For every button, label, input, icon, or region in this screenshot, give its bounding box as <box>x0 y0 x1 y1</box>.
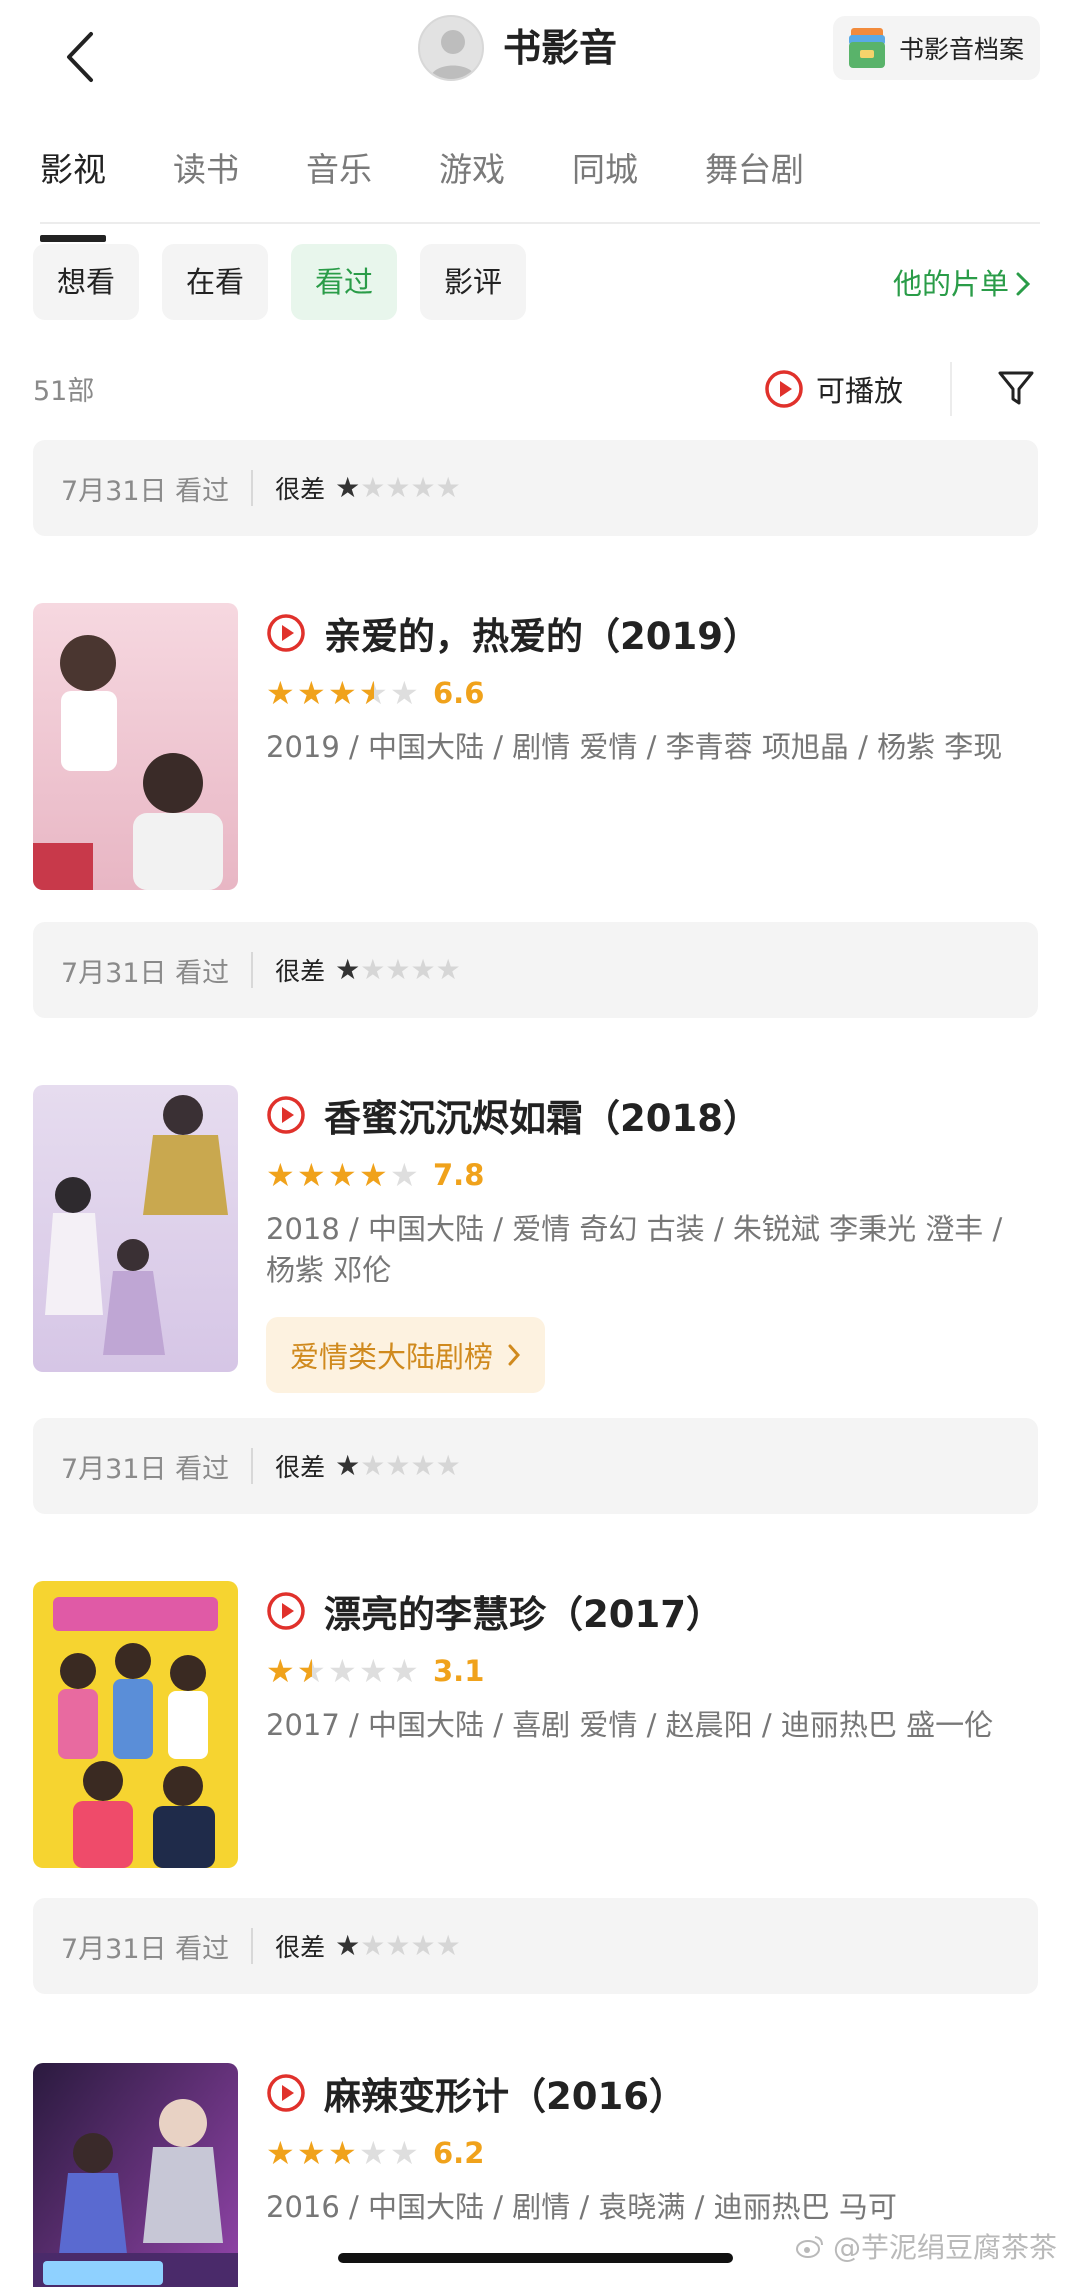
my-star-rating: ★ ★ ★ ★ ★ <box>335 953 461 986</box>
item-title: 麻辣变形计（2016） <box>324 2075 686 2118</box>
archive-box-icon <box>849 28 885 68</box>
page-title: 书影音 <box>503 26 618 70</box>
archive-button[interactable]: 书影音档案 <box>833 16 1040 80</box>
top-bar: 书影音 书影音档案 <box>0 0 1080 140</box>
poster-image[interactable] <box>33 1085 238 1372</box>
my-rating-row: 7月31日 看过 很差 ★ ★ ★ ★ ★ <box>33 1898 1038 1994</box>
item-title: 香蜜沉沉烬如霜（2018） <box>324 1097 760 1140</box>
chevron-right-icon <box>1016 272 1031 296</box>
avatar[interactable] <box>418 15 484 81</box>
archive-label: 书影音档案 <box>899 35 1025 64</box>
chevron-right-icon <box>508 1344 521 1366</box>
his-list-label: 他的片单 <box>893 267 1010 301</box>
his-list-link[interactable]: 他的片单 <box>893 262 1031 306</box>
item-meta: 2017 / 中国大陆 / 喜剧 爱情 / 赵晨阳 / 迪丽热巴 盛一伦 <box>266 1708 994 1742</box>
chip-reviews[interactable]: 影评 <box>420 244 527 320</box>
chip-watching[interactable]: 在看 <box>162 244 269 320</box>
chip-watched[interactable]: 看过 <box>291 244 398 320</box>
score: 6.2 <box>433 2136 485 2170</box>
ranking-badge[interactable]: 爱情类大陆剧榜 <box>266 1317 546 1393</box>
my-star-rating: ★ ★ ★ ★ ★ <box>335 471 461 504</box>
list-item[interactable]: 香蜜沉沉烬如霜（2018） ★ ★ ★ ★ ★ 7.8 2018 / 中国大陆 / 爱情… <box>33 1085 1038 1405</box>
tab-film[interactable]: 影视 <box>40 140 106 242</box>
item-meta: 2018 / 中国大陆 / 爱情 奇幻 古装 / 朱锐斌 李秉光 澄丰 / 杨紫… <box>266 1212 1003 1287</box>
tab-games[interactable]: 游戏 <box>439 140 505 222</box>
play-circle-icon[interactable] <box>266 2073 306 2113</box>
rating-verdict: 很差 <box>275 1453 326 1482</box>
back-button[interactable] <box>50 12 110 102</box>
ranking-label: 爱情类大陆剧榜 <box>290 1340 494 1374</box>
watermark: @芋泥绢豆腐茶茶 <box>795 2226 1057 2266</box>
item-meta: 2019 / 中国大陆 / 剧情 爱情 / 李青蓉 项旭晶 / 杨紫 李现 <box>266 730 1003 764</box>
tab-music[interactable]: 音乐 <box>306 140 372 222</box>
watched-date: 7月31日 看过 <box>61 475 230 507</box>
poster-image[interactable] <box>33 1581 238 1868</box>
user-silhouette-icon <box>430 30 476 79</box>
playable-label: 可播放 <box>816 374 904 408</box>
tab-stage[interactable]: 舞台剧 <box>705 140 804 222</box>
item-count: 51部 <box>33 376 95 407</box>
my-star-rating: ★ ★ ★ ★ ★ <box>335 1449 461 1482</box>
rating-verdict: 很差 <box>275 475 326 504</box>
item-title: 漂亮的李慧珍（2017） <box>324 1593 723 1636</box>
douban-star-rating: ★ ★ ★ ★ ★ <box>266 1653 421 1689</box>
list-item[interactable]: 亲爱的，热爱的（2019） ★★★★★ 6.6 2019 / 中国大陆 / 剧情… <box>33 603 1038 893</box>
home-indicator[interactable] <box>338 2253 733 2263</box>
score: 3.1 <box>433 1654 485 1688</box>
filter-icon[interactable] <box>996 368 1036 408</box>
item-meta: 2016 / 中国大陆 / 剧情 / 袁晓满 / 迪丽热巴 马可 <box>266 2190 897 2224</box>
chevron-left-icon <box>67 32 93 82</box>
tab-books[interactable]: 读书 <box>173 140 239 222</box>
my-rating-row: 7月31日 看过 很差 ★ ★ ★ ★ ★ <box>33 440 1038 536</box>
playable-toggle[interactable]: 可播放 <box>764 368 903 410</box>
rating-verdict: 很差 <box>275 957 326 986</box>
watermark-text: @芋泥绢豆腐茶茶 <box>833 2231 1058 2264</box>
my-rating-row: 7月31日 看过 很差 ★ ★ ★ ★ ★ <box>33 922 1038 1018</box>
category-tabs: 影视 读书 音乐 游戏 同城 舞台剧 <box>40 140 1040 242</box>
play-circle-icon[interactable] <box>266 1095 306 1135</box>
watched-date: 7月31日 看过 <box>61 1453 230 1485</box>
play-circle-icon <box>765 370 803 408</box>
divider <box>950 362 952 416</box>
score: 7.8 <box>433 1158 485 1192</box>
status-filter: 想看 在看 看过 影评 <box>33 244 549 320</box>
weibo-logo-icon <box>796 2236 823 2258</box>
watched-date: 7月31日 看过 <box>61 957 230 989</box>
score: 6.6 <box>433 676 485 710</box>
douban-star-rating: ★ ★ ★ ★ ★ <box>266 675 421 711</box>
watched-date: 7月31日 看过 <box>61 1933 230 1965</box>
chip-want[interactable]: 想看 <box>33 244 140 320</box>
play-circle-icon[interactable] <box>266 1591 306 1631</box>
play-circle-icon[interactable] <box>266 613 306 653</box>
my-star-rating: ★ ★ ★ ★ ★ <box>335 1929 461 1962</box>
douban-star-rating: ★ ★ ★ ★ ★ <box>266 2134 419 2172</box>
tab-local[interactable]: 同城 <box>572 140 638 222</box>
rating-verdict: 很差 <box>275 1933 326 1962</box>
poster-image[interactable] <box>33 2063 238 2287</box>
douban-star-rating: ★ ★ ★ ★ ★ <box>266 1156 419 1194</box>
item-title: 亲爱的，热爱的（2019） <box>324 615 760 658</box>
my-rating-row: 7月31日 看过 很差 ★ ★ ★ ★ ★ <box>33 1418 1038 1514</box>
list-item[interactable]: 漂亮的李慧珍（2017） ★★★★★ 3.1 2017 / 中国大陆 / 喜剧 … <box>33 1581 1038 1871</box>
poster-image[interactable] <box>33 603 238 890</box>
